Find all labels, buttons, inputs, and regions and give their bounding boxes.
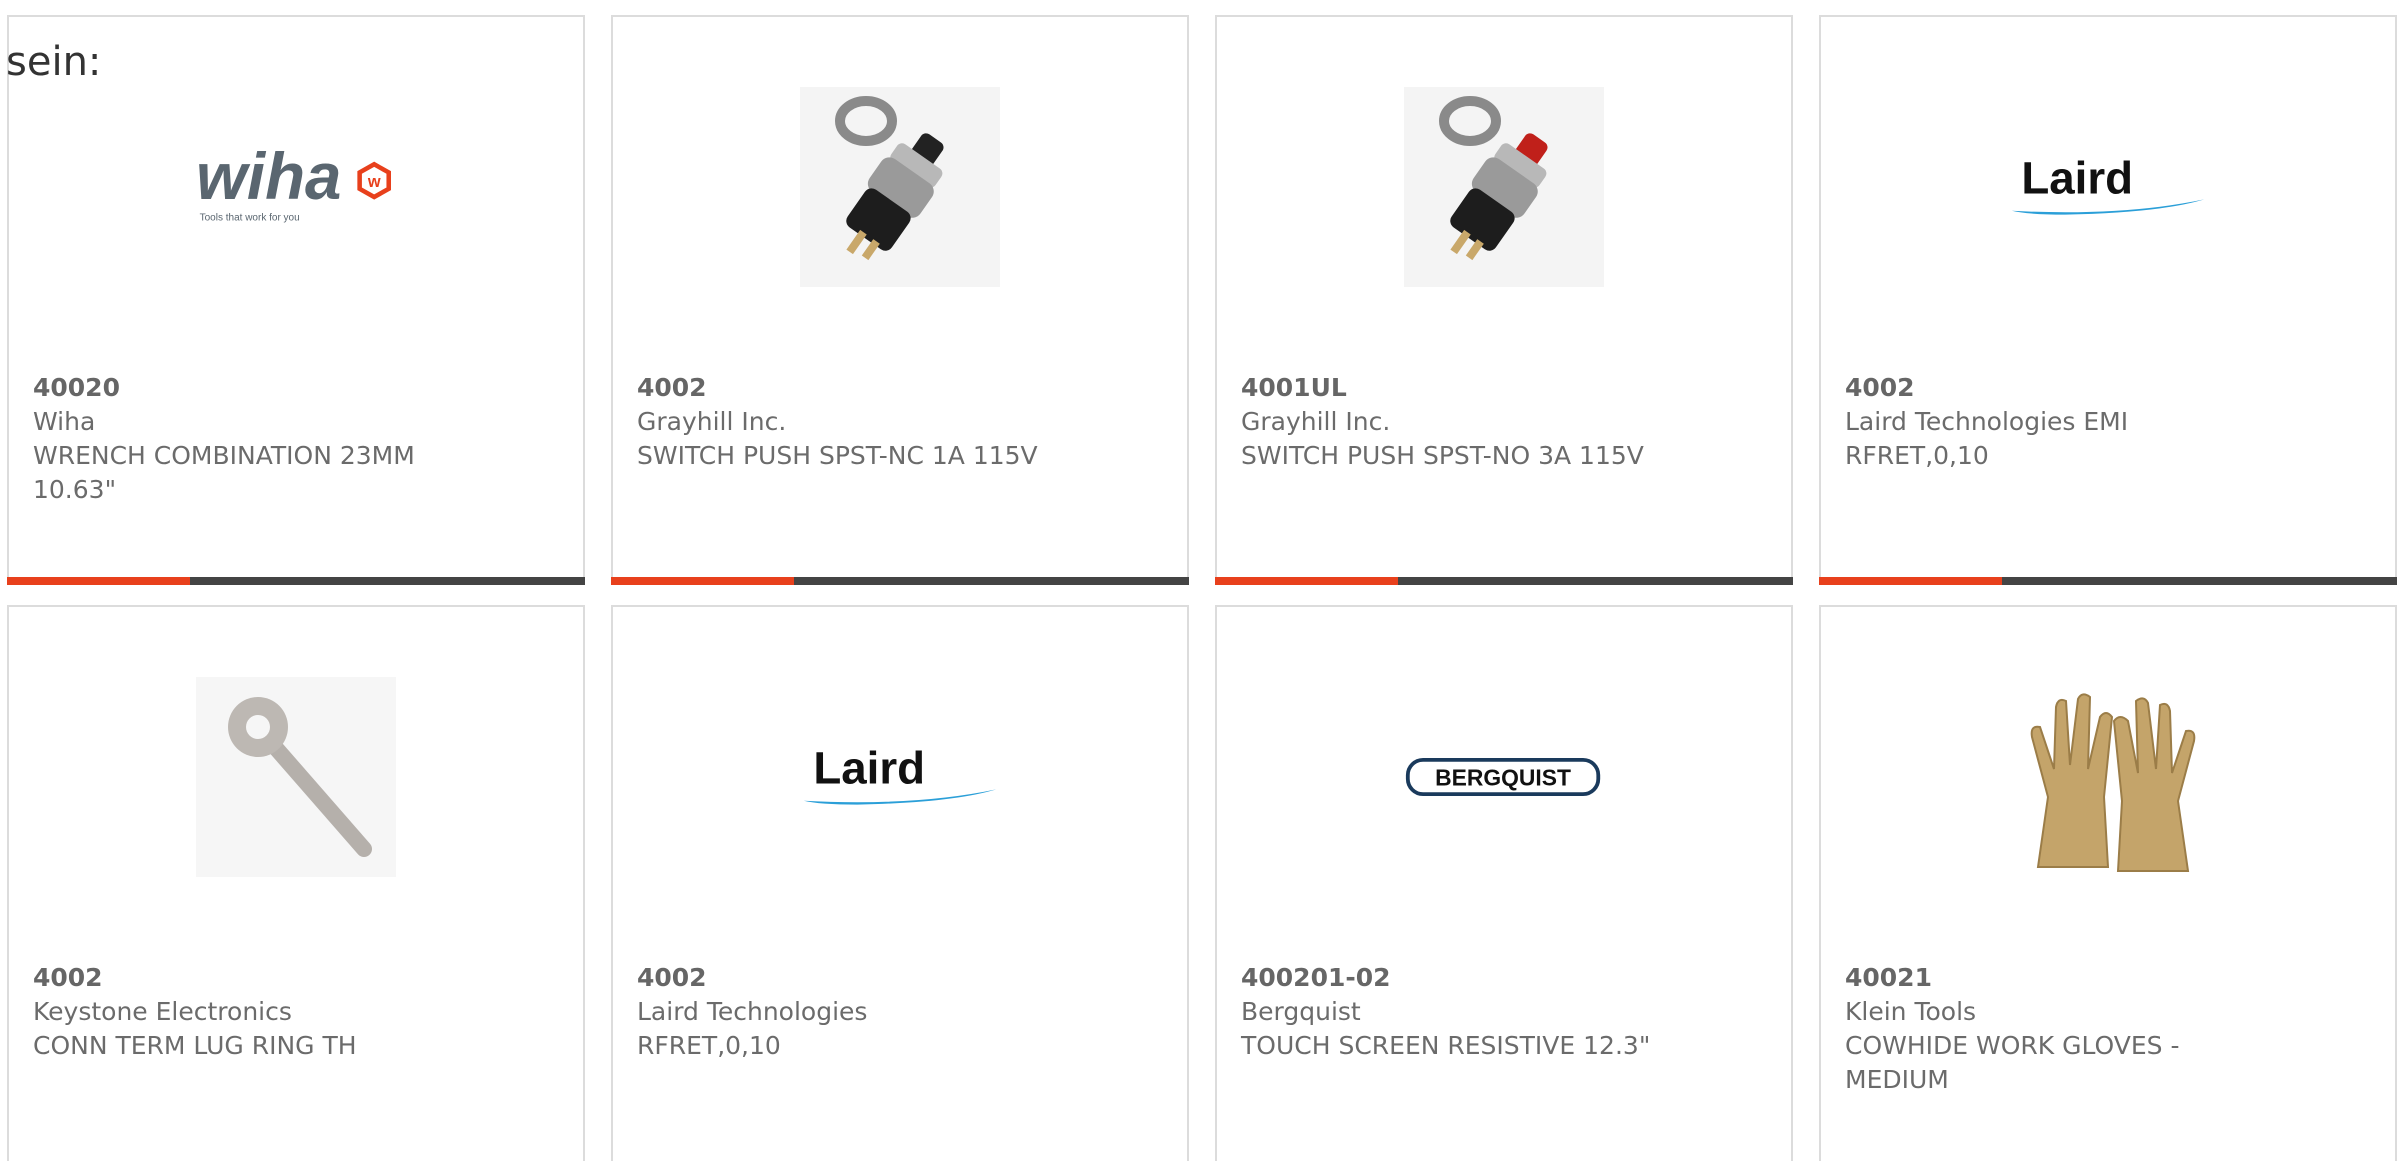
product-info: 40020 Wiha WRENCH COMBINATION 23MM 10.63… xyxy=(33,371,559,507)
product-info: 40021 Klein Tools COWHIDE WORK GLOVES - … xyxy=(1845,961,2371,1097)
product-card[interactable]: Laird 4002 Laird Technologies RFRET,0,10 xyxy=(611,605,1189,1161)
product-card[interactable]: Laird 4002 Laird Technologies EMI RFRET,… xyxy=(1819,15,2397,585)
card-footer-bar xyxy=(611,577,1189,585)
product-card[interactable]: wiha w Tools that work for you 40020 Wih… xyxy=(7,15,585,585)
manufacturer-name: Grayhill Inc. xyxy=(637,407,787,436)
product-info: 4001UL Grayhill Inc. SWITCH PUSH SPST-NO… xyxy=(1241,371,1767,473)
card-footer-accent xyxy=(611,577,794,585)
part-number-link[interactable]: 4002 xyxy=(1845,371,2371,405)
manufacturer-name: Bergquist xyxy=(1241,997,1361,1026)
card-footer-bar xyxy=(7,577,585,585)
product-description: COWHIDE WORK GLOVES - MEDIUM xyxy=(1845,1031,2180,1094)
card-footer-accent xyxy=(1819,577,2002,585)
product-description: SWITCH PUSH SPST-NC 1A 115V xyxy=(637,441,1038,470)
ring-lug-icon xyxy=(196,677,396,877)
product-description: RFRET,0,10 xyxy=(637,1031,781,1060)
product-info: 4002 Laird Technologies RFRET,0,10 xyxy=(637,961,1163,1063)
product-info: 4002 Laird Technologies EMI RFRET,0,10 xyxy=(1845,371,2371,473)
card-footer-bar xyxy=(1215,577,1793,585)
part-number-link[interactable]: 40020 xyxy=(33,371,559,405)
part-number-link[interactable]: 400201-02 xyxy=(1241,961,1767,995)
wiha-logo-icon: wiha w Tools that work for you xyxy=(196,140,391,224)
product-image: BERGQUIST xyxy=(1404,677,1604,877)
product-card[interactable]: 4002 Keystone Electronics CONN TERM LUG … xyxy=(7,605,585,1161)
product-image xyxy=(2008,677,2208,877)
manufacturer-name: Laird Technologies EMI xyxy=(1845,407,2129,436)
product-card[interactable]: 4001UL Grayhill Inc. SWITCH PUSH SPST-NO… xyxy=(1215,15,1793,585)
svg-text:w: w xyxy=(367,173,381,191)
product-image: Laird xyxy=(800,677,1000,877)
wiha-tagline: Tools that work for you xyxy=(200,213,300,224)
product-image: Laird xyxy=(2008,87,2208,287)
work-gloves-icon xyxy=(2030,693,2196,872)
bergquist-logo-icon: BERGQUIST xyxy=(1405,757,1601,797)
product-info: 4002 Keystone Electronics CONN TERM LUG … xyxy=(33,961,559,1063)
card-footer-bar xyxy=(1819,577,2397,585)
manufacturer-name: Laird Technologies xyxy=(637,997,868,1026)
wiha-logo-text: wiha xyxy=(196,140,341,213)
manufacturer-name: Grayhill Inc. xyxy=(1241,407,1391,436)
product-description: CONN TERM LUG RING TH xyxy=(33,1031,357,1060)
product-card[interactable]: 4002 Grayhill Inc. SWITCH PUSH SPST-NC 1… xyxy=(611,15,1189,585)
product-description: SWITCH PUSH SPST-NO 3A 115V xyxy=(1241,441,1644,470)
product-results-page: sein: wiha w Tools that work for you 400… xyxy=(0,0,2400,1161)
part-number-link[interactable]: 4001UL xyxy=(1241,371,1767,405)
manufacturer-name: Klein Tools xyxy=(1845,997,1977,1026)
part-number-link[interactable]: 4002 xyxy=(33,961,559,995)
card-footer-accent xyxy=(1215,577,1398,585)
bergquist-logo-text: BERGQUIST xyxy=(1435,765,1571,791)
intro-text: sein: xyxy=(6,39,102,85)
product-card[interactable]: BERGQUIST 400201-02 Bergquist TOUCH SCRE… xyxy=(1215,605,1793,1161)
part-number-link[interactable]: 4002 xyxy=(637,371,1163,405)
laird-logo-icon: Laird xyxy=(803,743,997,805)
product-description: RFRET,0,10 xyxy=(1845,441,1989,470)
product-image: wiha w Tools that work for you xyxy=(196,87,396,287)
product-info: 4002 Grayhill Inc. SWITCH PUSH SPST-NC 1… xyxy=(637,371,1163,473)
product-image xyxy=(800,87,1000,287)
product-description: WRENCH COMBINATION 23MM 10.63" xyxy=(33,441,415,504)
pushbutton-switch-red-icon xyxy=(1404,87,1604,287)
laird-logo-text: Laird xyxy=(813,743,925,794)
laird-logo-icon: Laird xyxy=(2011,153,2205,215)
part-number-link[interactable]: 4002 xyxy=(637,961,1163,995)
product-image xyxy=(196,677,396,877)
product-image xyxy=(1404,87,1604,287)
card-footer-accent xyxy=(7,577,190,585)
product-description: TOUCH SCREEN RESISTIVE 12.3" xyxy=(1241,1031,1651,1060)
laird-logo-text: Laird xyxy=(2021,153,2133,204)
pushbutton-switch-icon xyxy=(800,87,1000,287)
manufacturer-name: Keystone Electronics xyxy=(33,997,292,1026)
part-number-link[interactable]: 40021 xyxy=(1845,961,2371,995)
manufacturer-name: Wiha xyxy=(33,407,96,436)
product-info: 400201-02 Bergquist TOUCH SCREEN RESISTI… xyxy=(1241,961,1767,1063)
product-card[interactable]: 40021 Klein Tools COWHIDE WORK GLOVES - … xyxy=(1819,605,2397,1161)
